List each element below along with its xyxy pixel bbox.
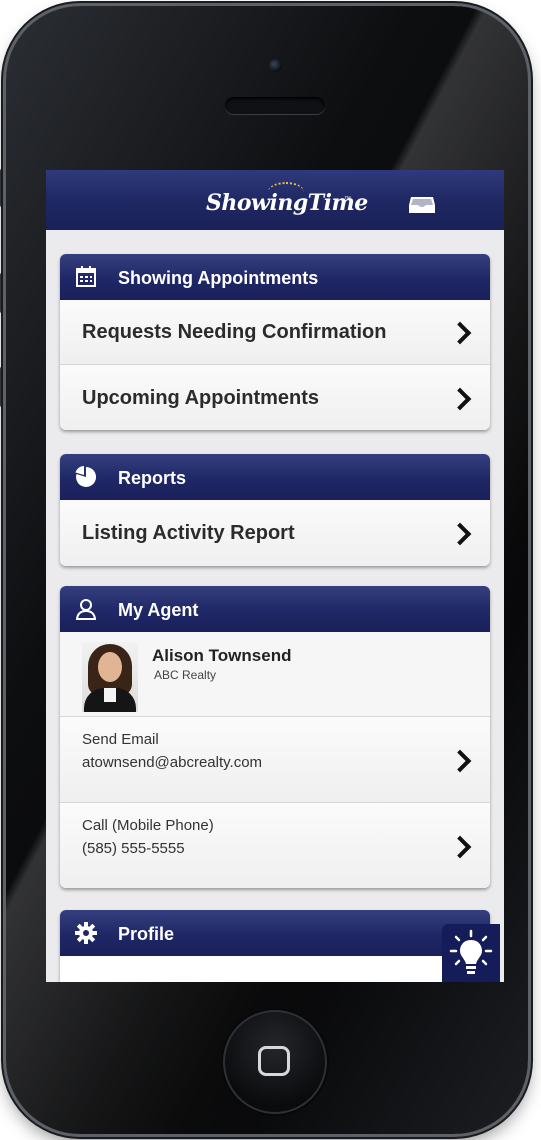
profile-card: Profile	[60, 910, 490, 982]
agent-company: ABC Realty	[154, 668, 217, 682]
app-logo: ShowingTime	[206, 190, 368, 216]
app-screen: ShowingTime ™ Showing Appointments Reque…	[46, 170, 504, 982]
profile-row[interactable]	[60, 956, 490, 982]
chevron-right-icon	[448, 749, 472, 773]
gear-icon	[75, 922, 97, 944]
agent-email: atownsend@abcrealty.com	[82, 754, 263, 771]
front-camera	[269, 59, 282, 72]
my-agent-card: My Agent Alison Townsend ABC Realty Send…	[60, 586, 490, 888]
listing-activity-report-row[interactable]: Listing Activity Report	[60, 500, 490, 566]
agent-avatar	[82, 642, 138, 712]
upcoming-appointments-row[interactable]: Upcoming Appointments	[60, 364, 490, 430]
showing-appointments-title: Showing Appointments	[118, 268, 319, 288]
reports-title: Reports	[118, 468, 187, 488]
requests-needing-confirmation-row[interactable]: Requests Needing Confirmation	[60, 300, 490, 364]
agent-info-row: Alison Townsend ABC Realty	[60, 632, 490, 716]
call-mobile-row[interactable]: Call (Mobile Phone) (585) 555-5555	[60, 802, 490, 888]
pie-chart-icon	[75, 466, 97, 487]
earpiece-speaker	[225, 97, 325, 114]
showing-appointments-card: Showing Appointments Requests Needing Co…	[60, 254, 490, 430]
agent-phone: (585) 555-5555	[82, 840, 185, 857]
send-email-label: Send Email	[82, 731, 159, 748]
logo-trademark: ™	[344, 196, 351, 203]
row-label: Upcoming Appointments	[82, 387, 320, 409]
agent-name: Alison Townsend	[152, 646, 292, 665]
my-agent-title: My Agent	[118, 600, 199, 620]
call-mobile-label: Call (Mobile Phone)	[82, 817, 214, 834]
chevron-right-icon	[448, 835, 472, 859]
showing-appointments-header: Showing Appointments	[60, 254, 490, 300]
home-button-icon	[258, 1046, 290, 1076]
person-icon	[75, 599, 97, 620]
chevron-right-icon	[448, 522, 472, 546]
my-agent-header: My Agent	[60, 586, 490, 632]
tip-button[interactable]	[442, 924, 500, 982]
profile-header[interactable]: Profile	[60, 910, 490, 956]
chevron-right-icon	[448, 387, 472, 411]
inbox-icon[interactable]	[408, 195, 436, 215]
app-header: ShowingTime ™	[46, 170, 504, 230]
profile-title: Profile	[118, 924, 175, 944]
reports-card: Reports Listing Activity Report	[60, 454, 490, 566]
row-label: Requests Needing Confirmation	[82, 321, 387, 343]
lightbulb-icon	[449, 929, 493, 974]
chevron-right-icon	[448, 321, 472, 345]
reports-header: Reports	[60, 454, 490, 500]
row-label: Listing Activity Report	[82, 522, 295, 544]
send-email-row[interactable]: Send Email atownsend@abcrealty.com	[60, 716, 490, 802]
calendar-icon	[76, 266, 96, 287]
